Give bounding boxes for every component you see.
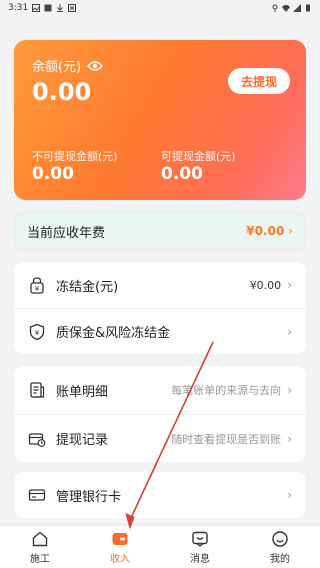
smile-icon	[272, 530, 288, 547]
balance-label: 余额(元)	[32, 60, 82, 75]
shield-yen-icon: ¥	[28, 323, 46, 341]
annual-fee-label: 当前应收年费	[27, 225, 106, 241]
tab-label: 收入	[110, 553, 130, 565]
battery-icon	[306, 4, 310, 12]
balance-amount: 0.00	[32, 78, 92, 106]
notification-icon	[44, 4, 52, 12]
status-bar: 3:31	[0, 0, 320, 16]
tab-messages[interactable]: 消息	[160, 526, 240, 568]
balance-card: 余额(元) 0.00 去提现 不可提现金额(元) 0.00 可提现金额(元) 0…	[14, 40, 306, 200]
chevron-right-icon: ›	[287, 324, 292, 339]
chevron-right-icon: ›	[287, 383, 292, 397]
bill-details-row[interactable]: 账单明细 每笔账单的来源与去向 ›	[14, 366, 306, 414]
status-time: 3:31	[8, 3, 29, 13]
withdraw-button[interactable]: 去提现	[228, 68, 290, 94]
svg-text:¥: ¥	[35, 329, 40, 337]
card-clock-icon	[28, 430, 46, 448]
annual-fee-value: ¥0.00	[246, 224, 285, 238]
chevron-right-icon: ›	[287, 278, 292, 292]
message-icon	[192, 531, 208, 547]
signal-icon	[293, 4, 301, 12]
withdraw-records-hint: 随时查看提现是否到账	[171, 432, 282, 446]
non-withdrawable-value: 0.00	[32, 164, 74, 184]
wifi-icon	[282, 5, 290, 12]
annual-fee-row[interactable]: 当前应收年费 ¥0.00 ›	[14, 212, 306, 250]
image-notification-icon	[32, 4, 41, 12]
lock-yen-icon: ¥	[28, 276, 46, 294]
frozen-funds-value: ¥0.00	[249, 278, 282, 292]
non-withdrawable-label: 不可提现金额(元)	[32, 150, 118, 163]
chevron-right-icon: ›	[287, 488, 292, 502]
download-icon	[57, 4, 64, 12]
bill-details-label: 账单明细	[56, 384, 109, 400]
records-card: 账单明细 每笔账单的来源与去向 › 提现记录 随时查看提现是否到账 ›	[14, 366, 306, 462]
frozen-funds-row[interactable]: ¥ 冻结金(元) ¥0.00 ›	[14, 262, 306, 308]
chevron-right-icon: ›	[288, 224, 293, 238]
home-icon	[32, 531, 48, 546]
tab-label: 施工	[30, 553, 50, 565]
bank-card-icon	[28, 486, 46, 504]
freeze-card: ¥ 冻结金(元) ¥0.00 › ¥ 质保金&风险冻结金 ›	[14, 262, 306, 354]
tab-construction[interactable]: 施工	[0, 526, 80, 568]
chevron-right-icon: ›	[287, 431, 292, 446]
tab-mine[interactable]: 我的	[240, 526, 320, 568]
tab-label: 我的	[270, 553, 290, 565]
tab-income[interactable]: 收入	[80, 526, 160, 568]
withdrawable-label: 可提现金额(元)	[161, 150, 236, 163]
deposit-risk-label: 质保金&风险冻结金	[56, 326, 171, 341]
location-icon	[272, 4, 278, 12]
balance-label-row: 余额(元)	[32, 56, 104, 75]
withdraw-records-label: 提现记录	[56, 433, 109, 448]
bottom-tab-bar: 施工 收入 消息 我的	[0, 525, 320, 568]
frozen-funds-label: 冻结金(元)	[56, 279, 119, 295]
manage-bank-card-label: 管理银行卡	[56, 489, 122, 505]
bank-card-card: 管理银行卡 ›	[14, 472, 306, 518]
app-notification-icon	[68, 4, 77, 12]
eye-icon[interactable]	[87, 60, 104, 72]
bill-icon	[28, 381, 46, 399]
tab-label: 消息	[190, 553, 210, 565]
withdraw-records-row[interactable]: 提现记录 随时查看提现是否到账 ›	[14, 414, 306, 462]
withdrawable-value: 0.00	[161, 164, 203, 184]
bill-details-hint: 每笔账单的来源与去向	[171, 384, 282, 397]
deposit-risk-row[interactable]: ¥ 质保金&风险冻结金 ›	[14, 308, 306, 354]
manage-bank-card-row[interactable]: 管理银行卡 ›	[14, 472, 306, 518]
svg-text:¥: ¥	[35, 285, 40, 293]
wallet-icon	[112, 532, 128, 545]
